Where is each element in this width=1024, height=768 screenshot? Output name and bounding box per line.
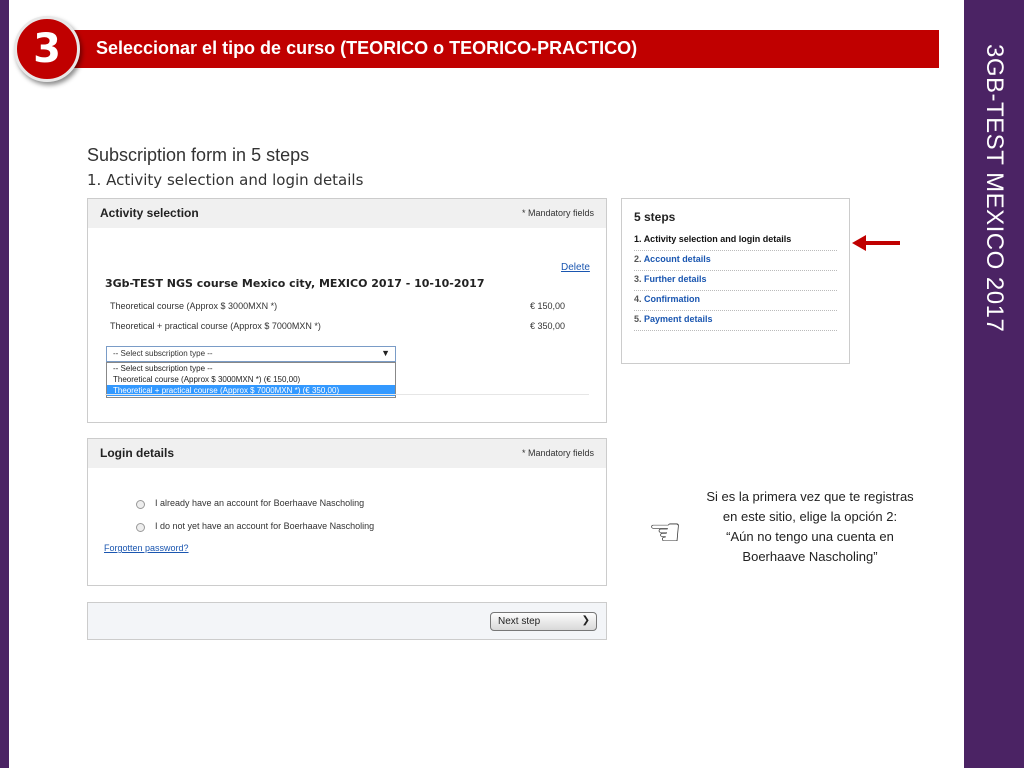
step-label: Payment details — [644, 314, 713, 324]
note-line-1: Si es la primera vez que te registras en… — [706, 489, 914, 524]
select-value: -- Select subscription type -- — [113, 349, 213, 358]
login-panel-title: Login details — [100, 446, 175, 460]
course-title: 3Gb-TEST NGS course Mexico city, MEXICO … — [105, 277, 485, 290]
instruction-note: Si es la primera vez que te registras en… — [706, 487, 914, 567]
step-number: 2. — [634, 254, 642, 264]
side-title-container: 3GB-TEST MEXICO 2017 — [964, 0, 1024, 768]
radio-new-label: I do not yet have an account for Boerhaa… — [155, 521, 375, 531]
side-title: 3GB-TEST MEXICO 2017 — [981, 44, 1008, 333]
step-item-4: 4. Confirmation — [634, 290, 837, 311]
header-title: Seleccionar el tipo de curso (TEORICO o … — [96, 38, 638, 58]
delete-link[interactable]: Delete — [561, 262, 590, 273]
login-panel-header: Login details * Mandatory fields — [88, 439, 606, 468]
next-step-label: Next step — [498, 616, 541, 627]
step-label: Activity selection and login details — [643, 234, 792, 244]
option-label-practical: Theoretical + practical course (Approx $… — [110, 321, 321, 331]
form-step-heading: 1. Activity selection and login details — [87, 171, 364, 189]
next-step-bar: Next step ❯ — [87, 602, 607, 640]
step-number: 3. — [634, 274, 642, 284]
header-band: Seleccionar el tipo de curso (TEORICO o … — [40, 30, 939, 68]
note-line-2: “Aún no tengo una cuenta en Boerhaave Na… — [726, 529, 894, 564]
chevron-right-icon: ❯ — [581, 615, 590, 626]
step-item-1: 1. Activity selection and login details — [634, 230, 837, 251]
subscription-type-dropdown: -- Select subscription type -- Theoretic… — [106, 362, 396, 398]
dropdown-option-theoretical[interactable]: Theoretical course (Approx $ 3000MXN *) … — [107, 374, 395, 385]
steps-title: 5 steps — [634, 210, 676, 224]
step-number: 5. — [634, 314, 642, 324]
radio-existing-account[interactable] — [136, 500, 145, 509]
option-price-practical: € 350,00 — [530, 321, 566, 331]
steps-sidebar: 5 steps 1. Activity selection and login … — [621, 198, 850, 364]
pointing-hand-icon: ☜ — [648, 510, 683, 554]
arrow-left-icon — [852, 235, 900, 251]
subscription-type-select[interactable]: -- Select subscription type -- ▼ — [106, 346, 396, 362]
step-number: 1. — [634, 234, 642, 244]
activity-divider — [105, 394, 589, 395]
login-details-panel: Login details * Mandatory fields I alrea… — [87, 438, 607, 586]
activity-selection-panel: Activity selection * Mandatory fields De… — [87, 198, 607, 423]
form-title: Subscription form in 5 steps — [87, 145, 310, 165]
radio-new-account[interactable] — [136, 523, 145, 532]
step-item-3: 3. Further details — [634, 270, 837, 291]
step-number-badge: 3 — [14, 16, 80, 82]
dropdown-option-placeholder[interactable]: -- Select subscription type -- — [107, 363, 395, 374]
left-purple-bar — [0, 0, 9, 768]
next-step-button[interactable]: Next step ❯ — [490, 612, 597, 631]
step-label: Confirmation — [644, 294, 701, 304]
caret-down-icon: ▼ — [381, 348, 390, 358]
step-number: 4. — [634, 294, 642, 304]
badge-number: 3 — [33, 26, 61, 72]
mandatory-note: * Mandatory fields — [521, 448, 594, 458]
option-price-theoretical: € 150,00 — [530, 301, 566, 311]
forgot-password-link[interactable]: Forgotten password? — [104, 543, 189, 553]
option-label-theoretical: Theoretical course (Approx $ 3000MXN *) — [110, 301, 278, 311]
step-label: Further details — [644, 274, 707, 284]
activity-panel-title: Activity selection — [100, 206, 199, 220]
radio-existing-label: I already have an account for Boerhaave … — [155, 498, 365, 508]
step-item-5: 5. Payment details — [634, 310, 837, 331]
step-item-2: 2. Account details — [634, 250, 837, 271]
mandatory-note: * Mandatory fields — [521, 208, 594, 218]
activity-panel-header: Activity selection * Mandatory fields — [88, 199, 606, 228]
step-label: Account details — [643, 254, 711, 264]
